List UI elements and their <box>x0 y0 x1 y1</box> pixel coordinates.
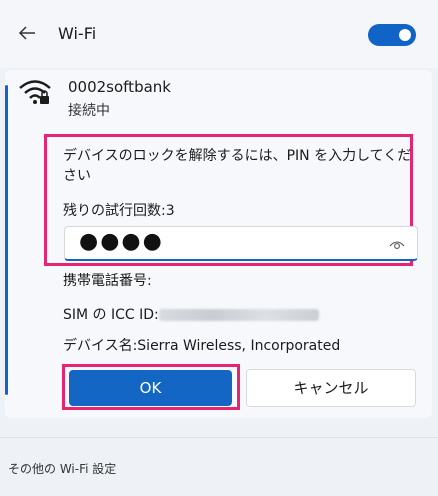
selection-accent-bar <box>5 85 8 395</box>
device-name-label: デバイス名:Sierra Wireless, Incorporated <box>63 338 341 354</box>
wifi-secured-icon <box>19 80 51 104</box>
network-name: 0002softbank <box>68 78 171 96</box>
toggle-knob <box>399 29 411 41</box>
sim-iccid-redacted <box>158 309 319 321</box>
reveal-password-icon[interactable] <box>389 238 405 250</box>
page-title: Wi-Fi <box>58 24 97 43</box>
pin-prompt-message: デバイスのロックを解除するには、PIN を入力してください <box>63 148 412 184</box>
footer: その他の Wi-Fi 設定 <box>0 437 438 496</box>
sim-iccid-label: SIM の ICC ID: <box>63 307 159 323</box>
ok-button[interactable]: OK <box>69 370 232 406</box>
pin-masked-value: ●●●● <box>79 229 164 254</box>
back-arrow-icon[interactable] <box>18 25 36 41</box>
phone-number-label: 携帯電話番号: <box>63 273 152 289</box>
wifi-toggle[interactable] <box>368 24 416 46</box>
header-bar: Wi-Fi <box>0 0 438 68</box>
pin-input[interactable]: ●●●● <box>64 226 418 261</box>
attempts-remaining: 残りの試行回数:3 <box>63 203 175 219</box>
cancel-button[interactable]: キャンセル <box>246 369 416 407</box>
network-status: 接続中 <box>68 103 110 119</box>
more-wifi-settings-link[interactable]: その他の Wi-Fi 設定 <box>8 460 116 477</box>
sim-iccid-row: SIM の ICC ID: <box>63 304 319 324</box>
